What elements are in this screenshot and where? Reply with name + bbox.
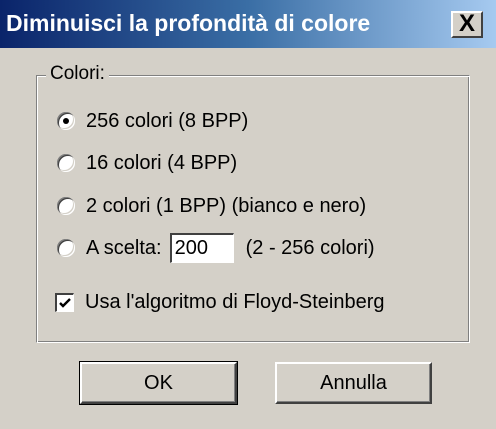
- radio-2-colors-label: 2 colori (1 BPP) (bianco e nero): [86, 195, 367, 217]
- close-icon: X: [458, 10, 475, 37]
- cancel-button[interactable]: Annulla: [275, 362, 432, 404]
- radio-icon[interactable]: [57, 112, 75, 130]
- radio-custom-colors-label: A scelta:: [86, 237, 162, 259]
- colors-group-label: Colori:: [46, 63, 109, 85]
- custom-range-label: (2 - 256 colori): [245, 237, 375, 259]
- floyd-steinberg-label: Usa l'algoritmo di Floyd-Steinberg: [85, 291, 385, 313]
- radio-icon[interactable]: [57, 154, 75, 172]
- radio-256-colors[interactable]: 256 colori (8 BPP): [57, 108, 248, 134]
- color-depth-dialog: Diminuisci la profondità di colore X Col…: [0, 0, 496, 429]
- radio-icon[interactable]: [57, 239, 75, 257]
- title-bar[interactable]: Diminuisci la profondità di colore X: [0, 0, 496, 48]
- radio-16-colors[interactable]: 16 colori (4 BPP): [57, 150, 237, 176]
- radio-16-colors-label: 16 colori (4 BPP): [86, 152, 238, 174]
- radio-selected-dot: [63, 118, 69, 124]
- floyd-steinberg-checkbox-row[interactable]: Usa l'algoritmo di Floyd-Steinberg: [55, 289, 385, 315]
- close-button[interactable]: X: [451, 10, 483, 38]
- radio-256-colors-label: 256 colori (8 BPP): [86, 110, 249, 132]
- radio-custom-colors[interactable]: A scelta: (2 - 256 colori): [57, 233, 375, 263]
- dialog-title: Diminuisci la profondità di colore: [6, 10, 371, 36]
- ok-button[interactable]: OK: [79, 361, 238, 405]
- radio-icon[interactable]: [57, 197, 75, 215]
- floyd-steinberg-checkbox[interactable]: [55, 292, 74, 312]
- radio-2-colors[interactable]: 2 colori (1 BPP) (bianco e nero): [57, 193, 366, 219]
- custom-colors-input[interactable]: [169, 233, 234, 263]
- checkmark-icon: [59, 297, 71, 308]
